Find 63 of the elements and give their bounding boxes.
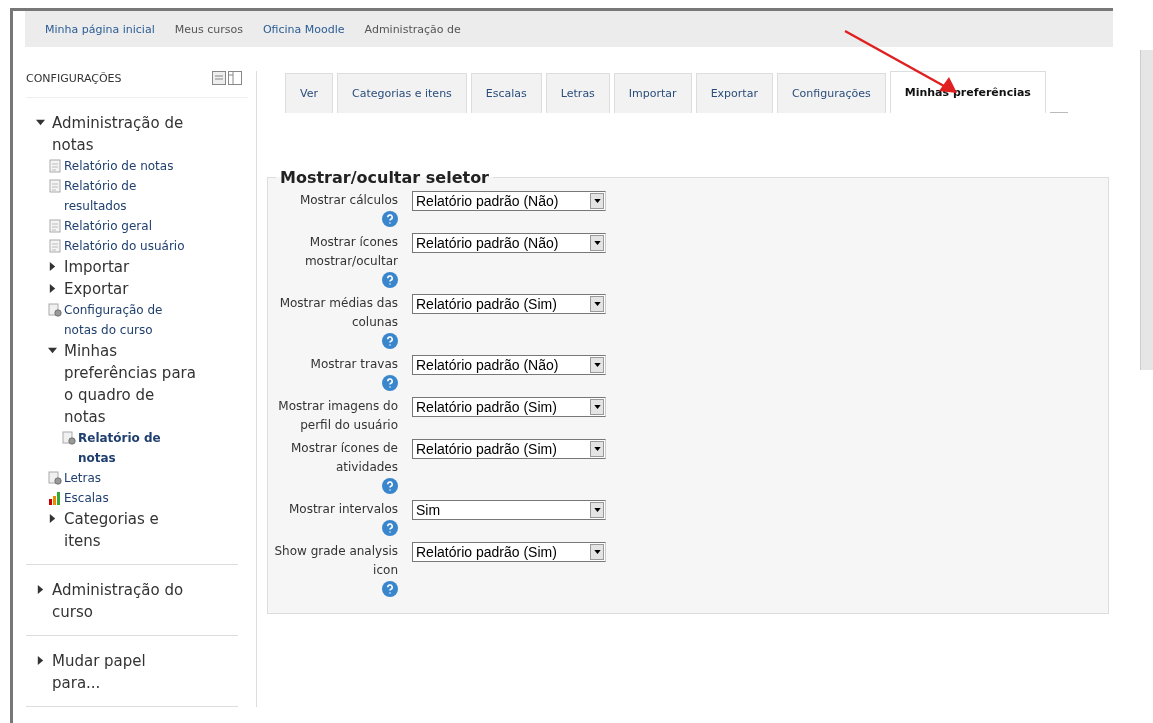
tree-branch[interactable]: Exportar: [60, 278, 129, 300]
tab[interactable]: Exportar: [695, 73, 773, 113]
gear-document-icon: [62, 431, 76, 445]
dropdown[interactable]: Relatório padrão (Sim): [412, 294, 606, 314]
breadcrumb-link[interactable]: Oficina Moodle: [262, 22, 345, 36]
gear-document-icon: [48, 471, 62, 485]
help-icon[interactable]: [382, 375, 398, 391]
field-label: Mostrar cálculos: [299, 192, 398, 209]
dropdown[interactable]: Relatório padrão (Sim): [412, 397, 606, 417]
tree-branch[interactable]: Minhas preferências para o quadro de notas: [60, 340, 198, 428]
tree-link[interactable]: Escalas: [64, 488, 109, 508]
dropdown[interactable]: Relatório padrão (Sim): [412, 542, 606, 562]
help-icon[interactable]: [382, 581, 398, 597]
field-label: Show grade analysis icon: [274, 543, 398, 579]
document-icon: [48, 219, 62, 233]
section-heading: Mostrar/ocultar seletor: [279, 168, 490, 187]
help-icon[interactable]: [382, 478, 398, 494]
tree-link[interactable]: Letras: [64, 468, 102, 488]
help-icon[interactable]: [382, 272, 398, 288]
field-label: Mostrar ícones mostrar/ocultar: [303, 234, 398, 270]
tab[interactable]: Ver: [285, 73, 333, 113]
block-title: CONFIGURAÇÕES: [26, 71, 122, 85]
dropdown[interactable]: Sim: [412, 500, 606, 520]
dropdown[interactable]: Relatório padrão (Sim): [412, 439, 606, 459]
breadcrumb-link[interactable]: Meus cursos: [174, 22, 243, 36]
dropdown[interactable]: Relatório padrão (Não): [412, 355, 606, 375]
tab[interactable]: Letras: [545, 73, 610, 113]
document-icon: [48, 159, 62, 173]
dropdown[interactable]: Relatório padrão (Não): [412, 233, 606, 253]
tree-link[interactable]: Relatório de notas: [64, 156, 174, 176]
field-label: Mostrar médias das colunas: [278, 295, 398, 331]
tree-branch[interactable]: Importar: [60, 256, 130, 278]
tree-link[interactable]: Relatório do usuário: [64, 236, 185, 256]
dock-icon[interactable]: [228, 71, 242, 85]
tab[interactable]: Categorias e itens: [336, 73, 467, 113]
document-icon: [48, 179, 62, 193]
tab[interactable]: Minhas preferências: [889, 71, 1046, 113]
help-icon[interactable]: [382, 333, 398, 349]
tree-link[interactable]: Relatório de resultados: [64, 176, 198, 216]
tree-branch[interactable]: Administração de notas: [48, 112, 198, 156]
tree-link[interactable]: Relatório de notas: [78, 428, 198, 468]
field-label: Mostrar imagens do perfil do usuário: [277, 398, 398, 434]
breadcrumb-link[interactable]: Minha página inicial: [45, 22, 155, 36]
help-icon[interactable]: [382, 211, 398, 227]
tab[interactable]: Importar: [613, 73, 692, 113]
tree-branch[interactable]: Administração do curso: [48, 579, 198, 623]
field-label: Mostrar travas: [310, 356, 398, 373]
gear-document-icon: [48, 303, 62, 317]
breadcrumb-link[interactable]: Administração de: [364, 22, 461, 36]
minimize-icon[interactable]: [212, 71, 226, 85]
bar-chart-icon: [48, 491, 62, 505]
document-icon: [48, 239, 62, 253]
tree-branch[interactable]: Mudar papel para...: [48, 650, 198, 694]
field-label: Mostrar intervalos: [288, 501, 398, 518]
field-label: Mostrar ícones de atividades: [290, 440, 398, 476]
tab[interactable]: Configurações: [776, 73, 886, 113]
dropdown[interactable]: Relatório padrão (Não): [412, 191, 606, 211]
tab[interactable]: Escalas: [470, 73, 542, 113]
scrollbar[interactable]: [1140, 50, 1153, 370]
tree-branch[interactable]: Categorias e itens: [60, 508, 198, 552]
tree-link[interactable]: Relatório geral: [64, 216, 152, 236]
tree-link[interactable]: Configuração de notas do curso: [64, 300, 198, 340]
help-icon[interactable]: [382, 520, 398, 536]
